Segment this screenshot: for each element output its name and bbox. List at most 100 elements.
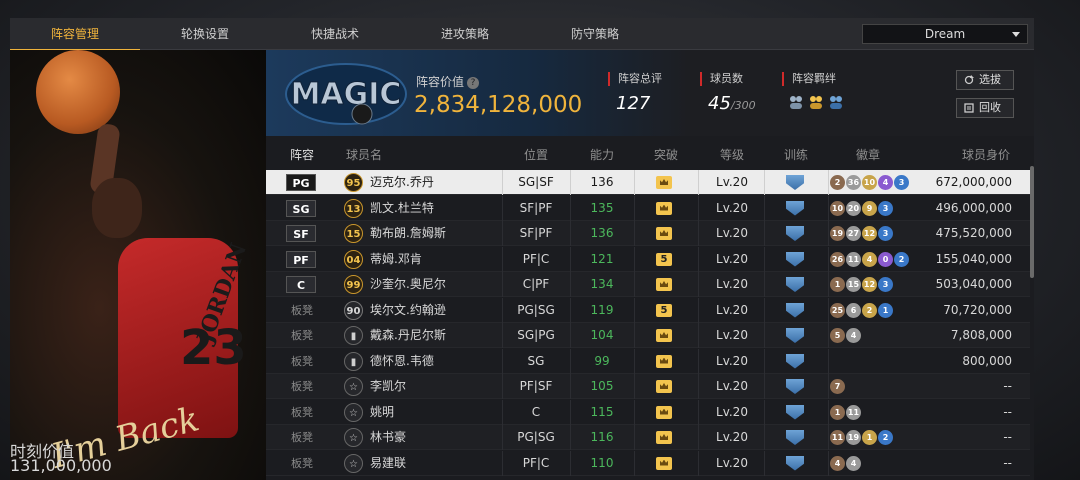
lineup-dropdown[interactable]: Dream (862, 24, 1028, 44)
column-divider (634, 399, 635, 425)
help-icon[interactable]: ? (467, 77, 480, 89)
player-level: Lv.20 (716, 455, 748, 470)
col-level[interactable]: 等级 (702, 146, 762, 163)
tab-offense-strategy[interactable]: 进攻策略 (400, 18, 530, 50)
column-divider (698, 297, 699, 323)
training-shield-icon[interactable] (786, 353, 804, 369)
bond-blue-icon[interactable] (828, 94, 844, 110)
column-divider (828, 297, 829, 323)
player-level: Lv.20 (716, 328, 748, 342)
col-player-value[interactable]: 球员身价 (946, 146, 1026, 163)
badge-count: 19 (830, 226, 845, 241)
breakthrough-crown-icon[interactable] (656, 278, 672, 291)
tab-lineup-management[interactable]: 阵容管理 (10, 18, 140, 51)
table-row[interactable]: 板凳 90 埃尔文.约翰逊 PG|SG 119 5 Lv.20 25 6 2 1 70,720,000 (266, 297, 1030, 323)
lineup-bond-icons[interactable] (788, 94, 844, 110)
player-level: Lv.20 (716, 175, 748, 189)
player-count-max: /300 (730, 99, 756, 112)
breakthrough-crown-icon[interactable] (656, 201, 672, 215)
badge-list: 7 (830, 379, 845, 394)
bond-group-icon[interactable] (788, 94, 804, 110)
training-shield-icon[interactable] (786, 277, 804, 292)
column-divider (634, 272, 635, 297)
bench-label: 板凳 (291, 354, 313, 368)
player-value: -- (1003, 455, 1012, 470)
rank-badge: 04 (344, 249, 363, 269)
player-name: 凯文.杜兰特 (370, 200, 434, 215)
training-shield-icon[interactable] (786, 251, 804, 267)
column-divider (764, 195, 765, 221)
player-name: 易建联 (370, 455, 407, 470)
player-level: Lv.20 (716, 404, 748, 419)
training-shield-icon[interactable] (786, 175, 804, 190)
player-ability: 136 (590, 175, 614, 189)
player-name: 迈克尔.乔丹 (370, 175, 434, 189)
table-row[interactable]: SF 15 勒布朗.詹姆斯 SF|PF 136 Lv.20 19 27 12 3 475,520,0… (266, 221, 1030, 246)
training-shield-icon[interactable] (786, 226, 804, 241)
col-player-name[interactable]: 球员名 (332, 146, 392, 163)
player-name: 李凯尔 (370, 379, 407, 393)
player-moment-poster[interactable]: JORDAN 23 I'm Back (10, 50, 266, 480)
badge-count: 10 (830, 200, 845, 216)
player-ability: 121 (590, 251, 614, 266)
breakthrough-crown-icon[interactable] (656, 354, 672, 368)
breakthrough-crown-icon[interactable] (656, 405, 672, 419)
col-breakthrough[interactable]: 突破 (636, 146, 696, 163)
lineup-slot-tag: SF (286, 225, 316, 242)
column-divider (698, 221, 699, 246)
col-position[interactable]: 位置 (506, 146, 566, 163)
breakthrough-crown-icon[interactable] (656, 456, 672, 470)
badge-count: 11 (846, 404, 861, 420)
breakthrough-crown-icon[interactable] (656, 380, 672, 393)
table-row[interactable]: 板凳 ☆ 姚明 C 115 Lv.20 1 11 -- (266, 399, 1030, 425)
recycle-button[interactable]: 回收 (956, 98, 1014, 118)
badge-count: 1 (830, 404, 845, 420)
table-row[interactable]: 板凳 ☆ 易建联 PF|C 110 Lv.20 4 4 -- (266, 450, 1030, 476)
bond-gold-icon[interactable] (808, 94, 824, 110)
player-count-label: 球员数 (700, 72, 743, 86)
table-row[interactable]: SG 13 凯文.杜兰特 SF|PF 135 Lv.20 10 20 9 3 496,000,000 (266, 195, 1030, 221)
column-divider (764, 450, 765, 476)
breakthrough-crown-icon[interactable] (656, 227, 672, 240)
badge-list: 11 19 1 2 (830, 430, 893, 445)
badge-list: 19 27 12 3 (830, 226, 893, 241)
table-row[interactable]: 板凳 ☆ 林书豪 PG|SG 116 Lv.20 11 19 1 2 -- (266, 425, 1030, 450)
badge-count: 12 (862, 277, 877, 292)
table-row[interactable]: C 99 沙奎尔.奥尼尔 C|PF 134 Lv.20 1 15 12 3 503,040,000 (266, 272, 1030, 297)
col-ability[interactable]: 能力 (572, 146, 632, 163)
tab-quick-tactics[interactable]: 快捷战术 (270, 18, 400, 50)
table-row[interactable]: PG 95 迈克尔.乔丹 SG|SF 136 Lv.20 2 36 10 4 3 672,000,00… (266, 170, 1030, 195)
table-row[interactable]: 板凳 ▮ 德怀恩.韦德 SG 99 Lv.20 800,000 (266, 348, 1030, 374)
breakthrough-crown-icon[interactable] (656, 431, 672, 444)
player-name: 姚明 (370, 404, 395, 419)
column-divider (502, 399, 503, 425)
training-shield-icon[interactable] (786, 302, 804, 318)
column-divider (634, 221, 635, 246)
table-row[interactable]: 板凳 ☆ 李凯尔 PF|SF 105 Lv.20 7 -- (266, 374, 1030, 399)
column-divider (502, 323, 503, 348)
col-badges[interactable]: 徽章 (838, 146, 898, 163)
col-training[interactable]: 训练 (766, 146, 826, 163)
badge-count: 10 (862, 175, 877, 190)
badge-count: 15 (846, 277, 861, 292)
training-shield-icon[interactable] (786, 430, 804, 445)
tab-defense-strategy[interactable]: 防守策略 (530, 18, 660, 50)
breakthrough-crown-icon[interactable] (656, 329, 672, 342)
training-shield-icon[interactable] (786, 379, 804, 394)
training-shield-icon[interactable] (786, 328, 804, 343)
column-divider (828, 374, 829, 399)
col-lineup[interactable]: 阵容 (280, 146, 324, 163)
breakthrough-level-badge[interactable]: 5 (656, 252, 672, 266)
table-row[interactable]: 板凳 ▮ 戴森.丹尼尔斯 SG|PG 104 Lv.20 5 4 7,808,000 (266, 323, 1030, 348)
breakthrough-level-badge[interactable]: 5 (656, 303, 672, 317)
select-button[interactable]: 选拔 (956, 70, 1014, 90)
recycle-button-label: 回收 (979, 101, 1001, 114)
tab-rotation-settings[interactable]: 轮换设置 (140, 18, 270, 50)
training-shield-icon[interactable] (786, 455, 804, 471)
roster-scrollbar[interactable] (1030, 166, 1034, 278)
column-divider (570, 195, 571, 221)
training-shield-icon[interactable] (786, 200, 804, 216)
table-row[interactable]: PF 04 蒂姆.邓肯 PF|C 121 5 Lv.20 26 11 4 0 2 155,040,000 (266, 246, 1030, 272)
training-shield-icon[interactable] (786, 404, 804, 420)
breakthrough-crown-icon[interactable] (656, 176, 672, 189)
